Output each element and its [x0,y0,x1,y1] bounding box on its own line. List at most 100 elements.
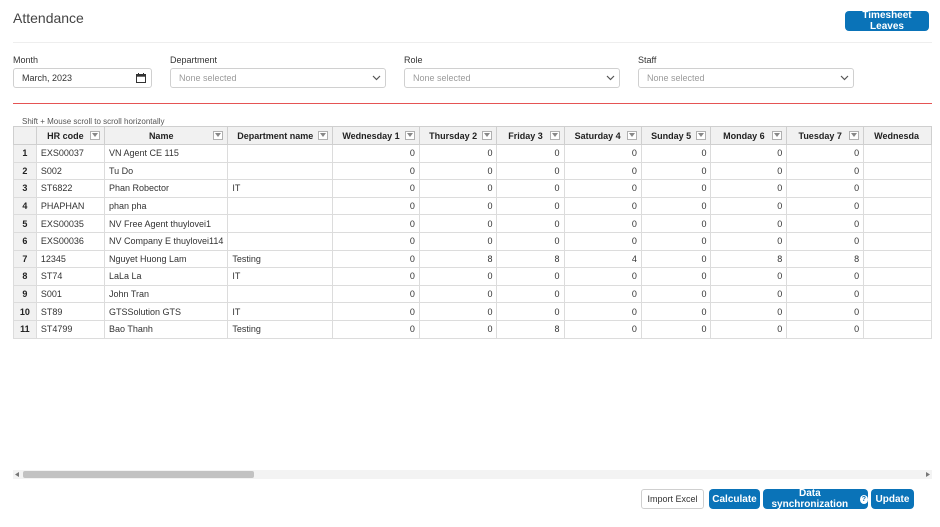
hr-code-cell[interactable]: PHAPHAN [35,196,106,216]
day-hours-cell[interactable]: 0 [710,231,788,251]
department-cell[interactable]: IT [227,267,334,286]
day-hours-cell[interactable]: 0 [563,161,642,181]
day-hours-cell[interactable]: 0 [496,231,565,251]
column-header[interactable]: Tuesday 7 [786,126,865,145]
day-hours-cell[interactable]: 0 [418,267,498,286]
table-row[interactable]: 9 S001 John Tran 0 0 0 0 0 0 0 [13,284,932,304]
column-header[interactable]: Monday 6 [710,126,788,145]
table-row[interactable]: 2 S002 Tu Do 0 0 0 0 0 0 0 [13,161,932,181]
day-hours-cell[interactable]: 0 [786,161,865,181]
table-row[interactable]: 7 12345 Nguyet Huong Lam Testing 0 8 8 4 0 8 8 [13,249,932,269]
day-hours-cell[interactable]: 0 [496,144,565,163]
column-header[interactable]: Friday 3 [496,126,565,145]
day-hours-cell[interactable]: 0 [332,196,420,216]
column-filter-icon[interactable] [213,131,224,140]
column-filter-icon[interactable] [404,131,415,140]
day-hours-cell[interactable]: 8 [786,249,865,269]
day-hours-cell[interactable]: 0 [710,161,788,181]
day-hours-cell[interactable]: 0 [786,302,865,321]
day-hours-cell[interactable]: 0 [640,161,712,181]
day-hours-cell[interactable]: 0 [786,179,865,198]
day-hours-cell[interactable]: 0 [786,267,865,286]
day-hours-cell[interactable]: 0 [418,302,498,321]
attendance-grid[interactable]: HR code Name Department name Wednesday 1 Thu… [13,126,932,346]
day-hours-cell[interactable]: 8 [496,249,565,269]
day-hours-cell[interactable]: 0 [332,319,420,339]
column-header[interactable]: Sunday 5 [640,126,712,145]
day-hours-cell[interactable]: 0 [563,196,642,216]
name-cell[interactable]: GTSSolution GTS [103,302,229,321]
day-hours-cell[interactable]: 0 [332,231,420,251]
department-cell[interactable] [227,231,334,251]
day-hours-cell[interactable]: 8 [418,249,498,269]
day-hours-cell[interactable] [863,302,932,321]
role-select[interactable]: None selected [404,68,620,88]
column-filter-icon[interactable] [549,131,560,140]
day-hours-cell[interactable] [863,249,932,269]
staff-select[interactable]: None selected [638,68,854,88]
day-hours-cell[interactable]: 0 [640,319,712,339]
day-hours-cell[interactable]: 0 [496,196,565,216]
day-hours-cell[interactable]: 0 [563,179,642,198]
department-cell[interactable] [227,144,334,163]
scroll-right-icon[interactable] [923,470,932,479]
name-cell[interactable]: LaLa La [103,267,229,286]
hr-code-cell[interactable]: EXS00035 [35,214,106,233]
department-cell[interactable]: IT [227,179,334,198]
column-header[interactable]: Wednesda [863,126,932,145]
department-cell[interactable]: IT [227,302,334,321]
hr-code-cell[interactable]: ST4799 [35,319,106,339]
day-hours-cell[interactable]: 0 [332,161,420,181]
day-hours-cell[interactable]: 0 [786,284,865,304]
department-cell[interactable] [227,161,334,181]
day-hours-cell[interactable]: 0 [418,319,498,339]
day-hours-cell[interactable]: 0 [710,196,788,216]
day-hours-cell[interactable]: 0 [563,319,642,339]
day-hours-cell[interactable]: 0 [710,144,788,163]
day-hours-cell[interactable]: 0 [496,179,565,198]
name-cell[interactable]: phan pha [103,196,229,216]
day-hours-cell[interactable] [863,161,932,181]
hr-code-cell[interactable]: S001 [35,284,106,304]
day-hours-cell[interactable]: 0 [332,179,420,198]
department-cell[interactable]: Testing [227,249,334,269]
day-hours-cell[interactable] [863,267,932,286]
table-row[interactable]: 4 PHAPHAN phan pha 0 0 0 0 0 0 0 [13,196,932,216]
hr-code-cell[interactable]: 12345 [35,249,106,269]
day-hours-cell[interactable]: 0 [563,267,642,286]
day-hours-cell[interactable]: 0 [710,267,788,286]
hr-code-cell[interactable]: ST74 [35,267,106,286]
name-cell[interactable]: Bao Thanh [103,319,229,339]
day-hours-cell[interactable]: 0 [710,179,788,198]
day-hours-cell[interactable]: 0 [563,284,642,304]
table-row[interactable]: 6 EXS00036 NV Company E thuylovei114 0 0 0 0 0 0… [13,231,932,251]
day-hours-cell[interactable]: 0 [786,196,865,216]
department-cell[interactable] [227,196,334,216]
day-hours-cell[interactable]: 0 [418,231,498,251]
day-hours-cell[interactable]: 0 [332,284,420,304]
update-button[interactable]: Update [871,489,914,509]
day-hours-cell[interactable]: 0 [786,319,865,339]
timesheet-leaves-button[interactable]: Timesheet Leaves [845,10,929,32]
month-picker[interactable]: March, 2023 [13,68,152,88]
table-row[interactable]: 10 ST89 GTSSolution GTS IT 0 0 0 0 0 0 0 [13,302,932,321]
day-hours-cell[interactable]: 0 [563,231,642,251]
table-row[interactable]: 5 EXS00035 NV Free Agent thuylovei1 0 0 0 0 0 0 0 [13,214,932,233]
column-filter-icon[interactable] [318,131,329,140]
column-header[interactable]: Wednesday 1 [332,126,420,145]
table-row[interactable]: 3 ST6822 Phan Robector IT 0 0 0 0 0 0 0 [13,179,932,198]
day-hours-cell[interactable] [863,319,932,339]
table-row[interactable]: 11 ST4799 Bao Thanh Testing 0 0 8 0 0 0 0 [13,319,932,339]
column-header[interactable]: HR code [35,126,106,145]
name-cell[interactable]: VN Agent CE 115 [103,144,229,163]
hr-code-cell[interactable]: ST89 [35,302,106,321]
day-hours-cell[interactable]: 0 [640,179,712,198]
day-hours-cell[interactable]: 0 [332,302,420,321]
hr-code-cell[interactable]: EXS00037 [35,144,106,163]
day-hours-cell[interactable]: 0 [418,196,498,216]
column-filter-icon[interactable] [772,131,783,140]
horizontal-scrollbar[interactable] [13,470,932,479]
day-hours-cell[interactable] [863,231,932,251]
day-hours-cell[interactable]: 0 [418,161,498,181]
department-cell[interactable]: Testing [227,319,334,339]
